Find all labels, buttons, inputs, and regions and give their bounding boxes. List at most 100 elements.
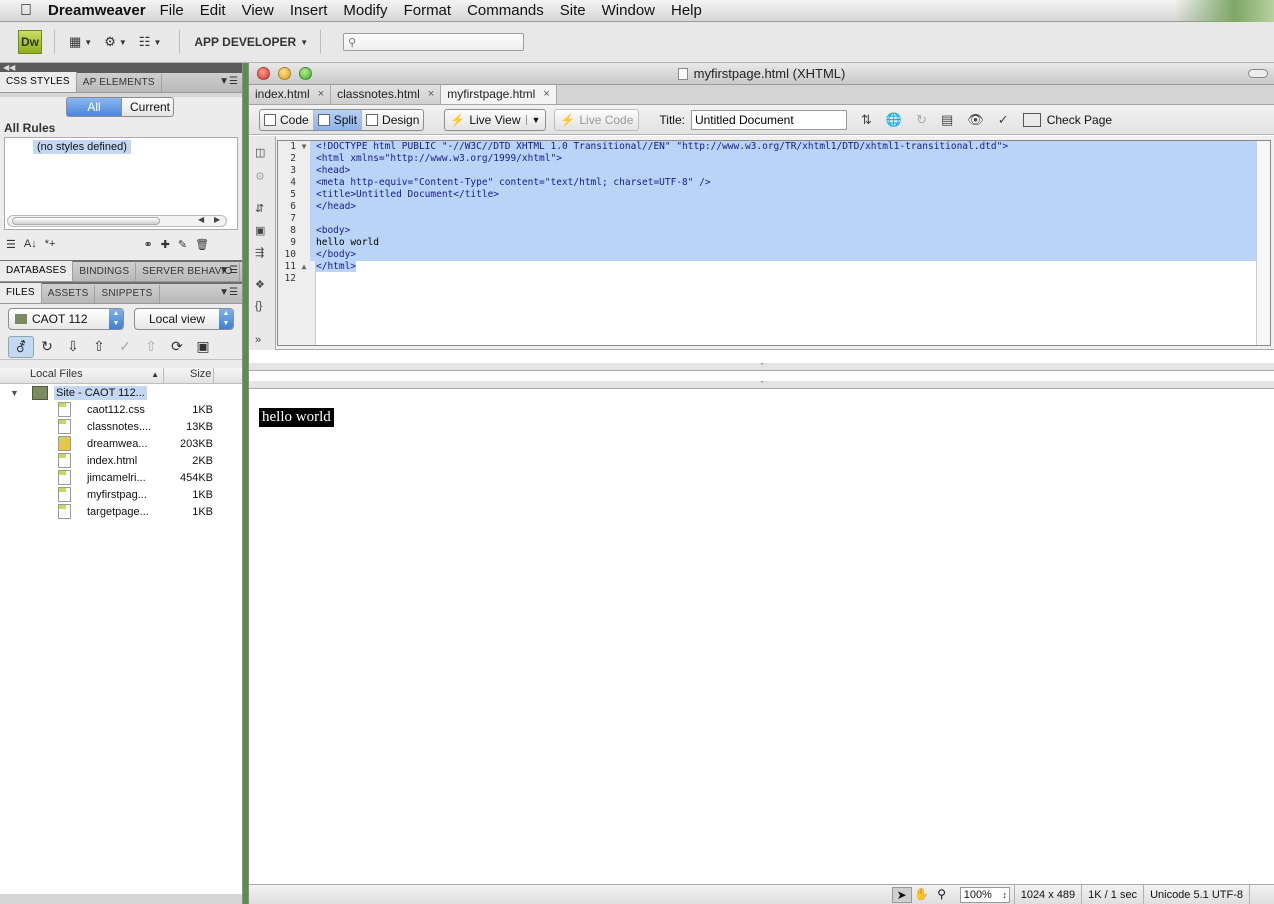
tab-databases[interactable]: DATABASES — [0, 261, 74, 281]
panel-options-icon[interactable]: ▼☰ — [219, 287, 238, 298]
panel-options-icon[interactable]: ▼☰ — [219, 265, 238, 276]
balance-braces-icon[interactable]: {} — [255, 300, 262, 312]
site-menu-button[interactable]: ☷ ▼ — [139, 34, 162, 50]
menu-window[interactable]: Window — [594, 2, 663, 19]
code-view-button[interactable]: Code — [260, 109, 314, 130]
panel-options-icon[interactable]: ▼☰ — [219, 76, 238, 87]
code-editor[interactable]: 1 ▼ <!DOCTYPE html PUBLIC "-//W3C//DTD XHT… — [277, 140, 1271, 346]
file-row[interactable]: classnotes.... 13KB — [0, 418, 242, 435]
all-button[interactable]: All — [66, 97, 122, 117]
workspace-switcher[interactable]: APP DEVELOPER ▼ — [194, 35, 308, 49]
close-icon[interactable]: × — [543, 84, 549, 104]
chevron-down-icon[interactable]: ▼ — [526, 114, 540, 125]
layout-menu-button[interactable]: ▦ ▼ — [69, 34, 92, 50]
collapse-selection-icon[interactable]: ▣ — [255, 224, 265, 237]
split-divider[interactable]: ⌃ — [249, 363, 1274, 371]
window-size-select[interactable]: 1024 x 489 — [1013, 884, 1081, 904]
apple-icon[interactable]:  — [12, 2, 40, 20]
close-icon[interactable]: × — [428, 84, 434, 104]
column-size[interactable]: Size — [164, 368, 214, 383]
synchronize-icon[interactable]: ⟳ — [164, 338, 190, 355]
fold-icon[interactable]: ▼ — [298, 141, 310, 153]
collapse-tag-icon[interactable]: ⇵ — [255, 202, 264, 215]
file-row[interactable]: myfirstpag... 1KB — [0, 486, 242, 503]
tab-myfirstpage-html[interactable]: myfirstpage.html × — [441, 84, 557, 104]
design-view[interactable]: hello world — [249, 394, 1274, 884]
help-search-input[interactable]: ⚲ — [343, 33, 525, 51]
app-menu[interactable]: Dreamweaver — [48, 2, 146, 19]
check-out-icon[interactable]: ✓ — [112, 338, 138, 355]
new-rule-icon[interactable]: ✚ — [161, 238, 170, 251]
split-view-button[interactable]: Split — [313, 109, 363, 130]
attach-stylesheet-icon[interactable]: ⚭ — [143, 238, 152, 251]
tab-ap-elements[interactable]: AP ELEMENTS — [77, 74, 162, 92]
file-management-icon[interactable]: ⇅ — [861, 112, 872, 128]
scrollbar-thumb[interactable] — [12, 217, 160, 225]
file-row[interactable]: jimcamelri... 454KB — [0, 469, 242, 486]
toolbar-toggle-button[interactable] — [1248, 69, 1268, 78]
check-page-button[interactable]: Check Page — [1022, 112, 1112, 127]
alphabetical-view-icon[interactable]: A↓ — [24, 238, 37, 250]
menu-help[interactable]: Help — [663, 2, 710, 19]
select-parent-tag-icon[interactable]: ❖ — [255, 278, 265, 291]
zoom-select[interactable]: 100% — [959, 886, 1010, 903]
column-local-files[interactable]: Local Files ▲ — [0, 368, 164, 383]
fold-icon[interactable]: ▲ — [298, 261, 310, 273]
current-button[interactable]: Current — [122, 97, 174, 117]
view-options-icon[interactable]: ▤ — [941, 112, 953, 128]
live-code-button[interactable]: ⚡ Live Code — [554, 108, 640, 131]
refresh-icon[interactable]: ↻ — [916, 112, 927, 128]
horizontal-scrollbar[interactable]: ◀ ▶ — [7, 215, 227, 227]
menu-file[interactable]: File — [152, 2, 192, 19]
file-row[interactable]: caot112.css 1KB — [0, 401, 242, 418]
category-view-icon[interactable]: ☰ — [6, 238, 16, 251]
edit-rule-icon[interactable]: ✎ — [178, 238, 187, 251]
menu-format[interactable]: Format — [396, 2, 460, 19]
pointer-tool-icon[interactable]: ➤ — [891, 886, 912, 903]
menu-site[interactable]: Site — [552, 2, 594, 19]
expand-all-icon[interactable]: ⇶ — [255, 246, 264, 259]
validate-markup-icon[interactable]: ✓ — [998, 112, 1009, 128]
scroll-right-icon[interactable]: ▶ — [214, 215, 220, 224]
set-properties-view-icon[interactable]: *+ — [45, 238, 56, 250]
file-row[interactable]: targetpage... 1KB — [0, 503, 242, 520]
tab-files[interactable]: FILES — [0, 283, 42, 303]
document-title-input[interactable] — [690, 109, 847, 130]
menu-edit[interactable]: Edit — [192, 2, 234, 19]
refresh-icon[interactable]: ↻ — [34, 338, 60, 355]
menu-view[interactable]: View — [234, 2, 282, 19]
expand-panel-icon[interactable]: ▣ — [190, 338, 216, 355]
tab-bindings[interactable]: BINDINGS — [73, 263, 137, 281]
site-select[interactable]: CAOT 112 ▲ ▼ — [8, 308, 124, 330]
disclosure-triangle-icon[interactable]: ▼ — [10, 388, 24, 398]
site-root-row[interactable]: ▼ Site - CAOT 112... — [0, 384, 242, 401]
close-icon[interactable]: × — [318, 84, 324, 104]
get-files-icon[interactable]: ⇩ — [60, 338, 86, 355]
tab-snippets[interactable]: SNIPPETS — [95, 285, 160, 303]
design-text-selection[interactable]: hello world — [259, 408, 334, 427]
menu-insert[interactable]: Insert — [282, 2, 336, 19]
resize-grip[interactable] — [1249, 884, 1274, 904]
open-documents-icon[interactable]: ◫ — [255, 146, 265, 159]
menu-commands[interactable]: Commands — [459, 2, 552, 19]
design-view-button[interactable]: Design — [362, 110, 423, 130]
tab-classnotes-html[interactable]: classnotes.html × — [331, 84, 442, 104]
scroll-left-icon[interactable]: ◀ — [198, 215, 204, 224]
more-tools-icon[interactable]: » — [255, 334, 261, 346]
vertical-scrollbar[interactable] — [1256, 141, 1270, 345]
preview-browser-icon[interactable]: 🌐 — [886, 112, 902, 128]
document-titlebar[interactable]: myfirstpage.html (XHTML) — [249, 63, 1274, 85]
tab-css-styles[interactable]: CSS STYLES — [0, 72, 77, 92]
show-code-navigator-icon[interactable]: ⚙ — [255, 170, 265, 183]
check-in-icon[interactable]: ⇧ — [138, 338, 164, 355]
zoom-tool-icon[interactable]: ⚲ — [932, 887, 952, 903]
tab-index-html[interactable]: index.html × — [249, 84, 332, 104]
extend-menu-button[interactable]: ⚙ ▼ — [104, 34, 127, 50]
file-row[interactable]: dreamwea... 203KB — [0, 435, 242, 452]
menu-modify[interactable]: Modify — [335, 2, 395, 19]
delete-rule-icon[interactable]: 🗑 — [195, 238, 209, 251]
split-divider[interactable]: ⌃ — [249, 381, 1274, 389]
live-view-button[interactable]: ⚡ Live View ▼ — [444, 108, 547, 131]
connect-icon[interactable]: ⚦ — [8, 335, 34, 358]
rules-list[interactable]: (no styles defined) ◀ ▶ — [4, 137, 238, 230]
